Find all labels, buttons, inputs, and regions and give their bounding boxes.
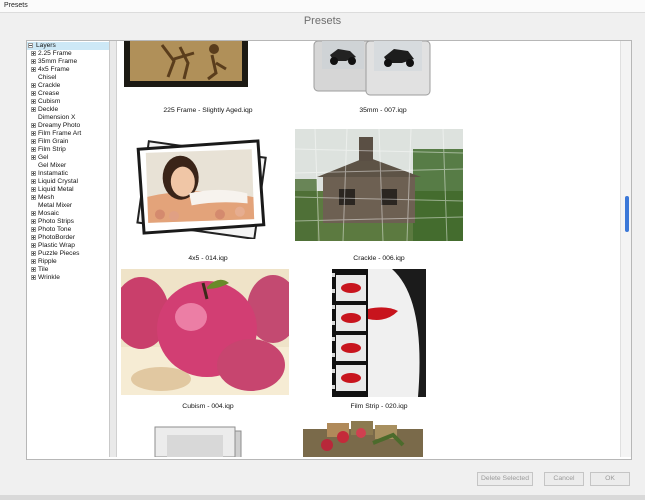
expand-icon[interactable]	[31, 187, 36, 192]
expand-icon[interactable]	[31, 211, 36, 216]
expand-icon[interactable]	[31, 179, 36, 184]
preset-caption: 35mm - 007.iqp	[359, 107, 407, 114]
tree-item-label: Tile	[38, 266, 49, 273]
preset-caption: Crackle - 006.iqp	[353, 255, 405, 262]
tree-item-label: Film Strip	[38, 146, 66, 153]
tree-item-label: Gel Mixer	[38, 162, 67, 169]
tree-item-label: Mosaic	[38, 210, 59, 217]
preset-thumbnail[interactable]	[295, 129, 463, 241]
expand-icon[interactable]	[31, 275, 36, 280]
tree-item-label: 4x5 Frame	[38, 66, 70, 73]
tree-item-label: Crease	[38, 90, 60, 97]
tree-item-label: Wrinkle	[38, 274, 60, 281]
tree-item-label: Metal Mixer	[38, 202, 73, 209]
tree-item-label: Plastic Wrap	[38, 242, 75, 249]
preset-thumbnail[interactable]	[310, 41, 444, 99]
expand-icon[interactable]	[31, 195, 36, 200]
preset-category-tree[interactable]: Layers 2.25 Frame 35mm Frame 4x5 Frame C…	[27, 41, 110, 457]
expand-icon[interactable]	[31, 107, 36, 112]
expand-icon[interactable]	[31, 227, 36, 232]
expand-icon[interactable]	[31, 259, 36, 264]
expand-icon[interactable]	[31, 91, 36, 96]
tree-item-label: 2.25 Frame	[38, 50, 72, 57]
tree-item-label: Instamatic	[38, 170, 69, 177]
tree-item-label: Chisel	[38, 74, 57, 81]
tree-item-label: Crackle	[38, 82, 61, 89]
preset-thumbnail[interactable]	[332, 269, 426, 397]
preset-caption: 4x5 - 014.iqp	[188, 255, 228, 262]
collapse-icon[interactable]	[28, 43, 33, 48]
expand-icon[interactable]	[31, 243, 36, 248]
expand-icon[interactable]	[31, 267, 36, 272]
expand-icon[interactable]	[31, 147, 36, 152]
tree-item-label: Layers	[36, 42, 56, 49]
tree-item-label: 35mm Frame	[38, 58, 78, 65]
window-titlebar: Presets	[0, 0, 645, 13]
expand-icon[interactable]	[31, 67, 36, 72]
expand-icon[interactable]	[31, 219, 36, 224]
expand-icon[interactable]	[31, 171, 36, 176]
tree-item-label: Dreamy Photo	[38, 122, 81, 129]
preset-thumbnail[interactable]	[121, 269, 289, 395]
scrollbar-thumb[interactable]	[625, 196, 629, 232]
tree-item-label: Photo Strips	[38, 218, 74, 225]
tree-item-label: Photo Tone	[38, 226, 72, 233]
tree-item-label: Gel	[38, 154, 49, 161]
preset-thumbnail-grid: 225 Frame - Slightly Aged.iqp 35mm - 007…	[117, 41, 619, 457]
tree-item-label: Mesh	[38, 194, 55, 201]
expand-icon[interactable]	[31, 155, 36, 160]
expand-icon[interactable]	[31, 123, 36, 128]
splitter[interactable]	[110, 41, 117, 457]
preset-thumbnail[interactable]	[129, 135, 273, 239]
tree-item-label: Puzzle Pieces	[38, 250, 80, 257]
tree-item-label: Film Grain	[38, 138, 69, 145]
expand-icon[interactable]	[31, 235, 36, 240]
expand-icon[interactable]	[31, 83, 36, 88]
taskbar-strip	[0, 495, 645, 500]
tree-item-layers[interactable]: Layers	[27, 42, 109, 50]
tree-item-label: Cubism	[38, 98, 61, 105]
preset-caption: 225 Frame - Slightly Aged.iqp	[163, 107, 253, 114]
delete-selected-button[interactable]: Delete Selected	[477, 472, 533, 486]
ok-button[interactable]: OK	[590, 472, 630, 486]
preset-caption: Film Strip - 020.iqp	[350, 403, 408, 410]
preset-caption: Cubism - 004.iqp	[182, 403, 234, 410]
vertical-scrollbar[interactable]	[620, 41, 631, 457]
tree-item-label: Liquid Metal	[38, 186, 74, 193]
tree-item-label: Ripple	[38, 258, 57, 265]
expand-icon[interactable]	[31, 251, 36, 256]
expand-icon[interactable]	[31, 51, 36, 56]
preset-thumbnail[interactable]	[122, 41, 250, 89]
preset-thumbnail[interactable]	[153, 425, 249, 457]
tree-item-label: PhotoBorder	[38, 234, 76, 241]
window-title: Presets	[4, 2, 28, 9]
tree-item-label: Film Frame Art	[38, 130, 82, 137]
expand-icon[interactable]	[31, 131, 36, 136]
tree-item-label: Dimension X	[38, 114, 76, 121]
tree-item-label: Deckle	[38, 106, 59, 113]
expand-icon[interactable]	[31, 139, 36, 144]
expand-icon[interactable]	[31, 59, 36, 64]
dialog-heading: Presets	[303, 15, 342, 27]
expand-icon[interactable]	[31, 99, 36, 104]
tree-item-label: Liquid Crystal	[38, 178, 78, 185]
cancel-button[interactable]: Cancel	[544, 472, 584, 486]
preset-thumbnail[interactable]	[303, 419, 423, 457]
